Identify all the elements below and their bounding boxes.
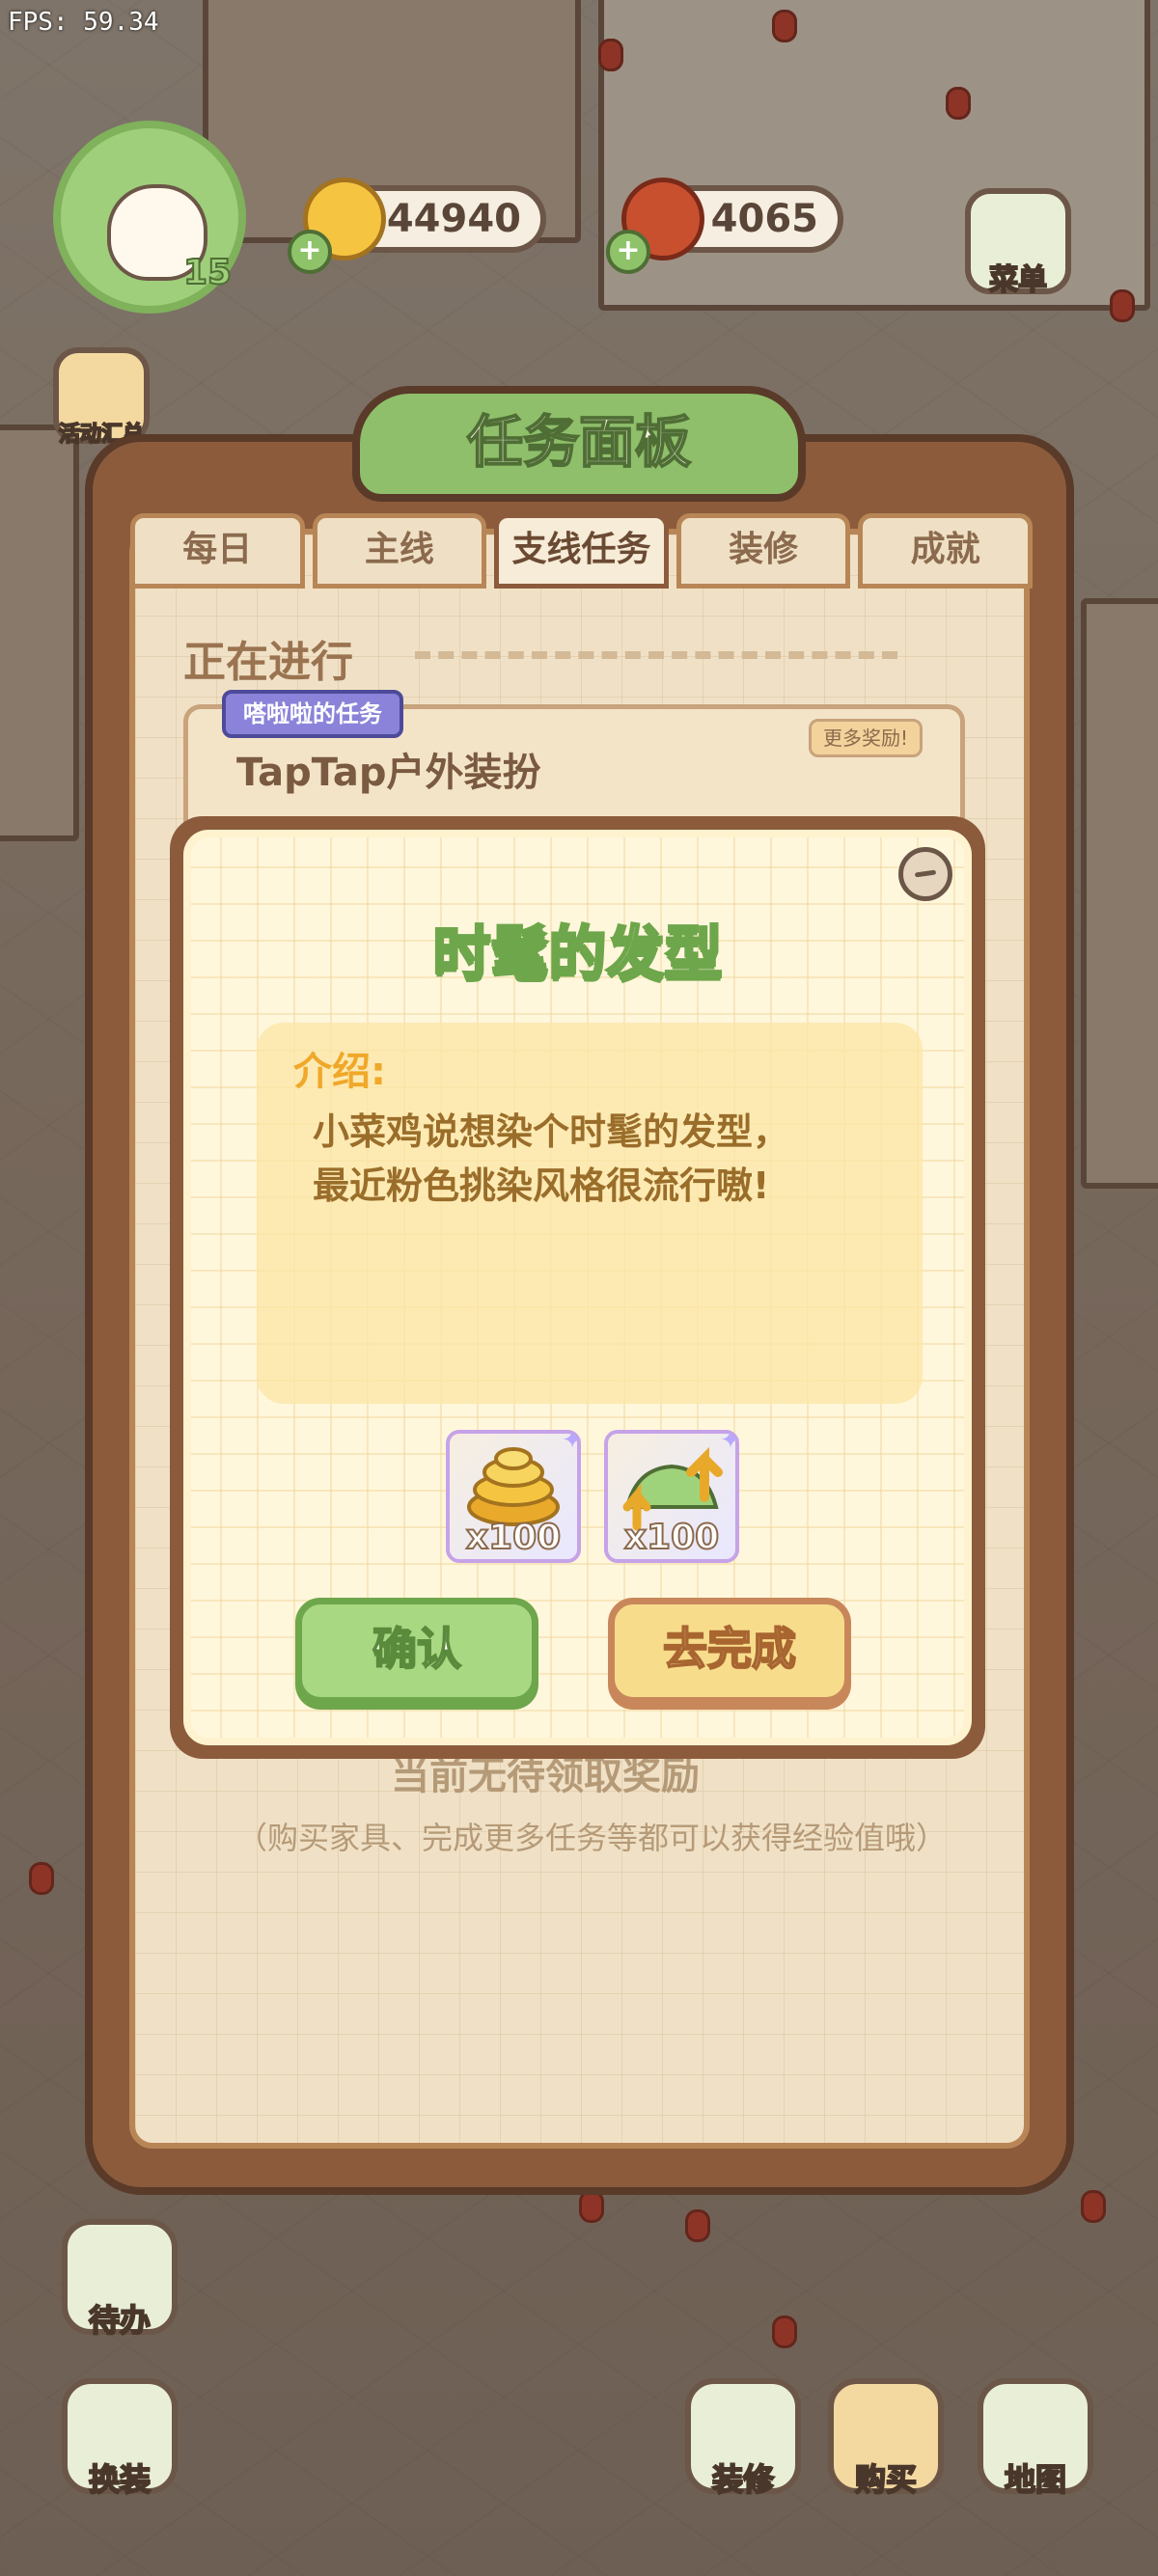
intro-box: 介绍: 小菜鸡说想染个时髦的发型， 最近粉色挑染风格很流行嗷! <box>257 1023 923 1404</box>
close-icon[interactable] <box>898 847 952 901</box>
todo-button[interactable]: 待办 <box>62 2219 178 2340</box>
coins-value: 44940 <box>386 197 521 241</box>
reward-qty: x100 <box>623 1517 720 1558</box>
decorate-label: 装修 <box>711 2460 775 2499</box>
task-detail-dialog: 时髦的发型 介绍: 小菜鸡说想染个时髦的发型， 最近粉色挑染风格很流行嗷! ✦ … <box>170 816 985 1759</box>
confirm-button[interactable]: 确认 <box>295 1598 538 1704</box>
intro-label: 介绍: <box>293 1050 386 1094</box>
todo-label: 待办 <box>88 2301 152 2340</box>
add-coins-button[interactable]: + <box>288 230 332 274</box>
sparkle-icon: ✦ <box>562 1426 583 1455</box>
reward-qty: x100 <box>465 1517 562 1558</box>
buy-label: 购买 <box>854 2460 918 2499</box>
map-label: 地图 <box>1004 2460 1067 2499</box>
sparkle-icon: ✦ <box>720 1426 741 1455</box>
dress-up-button[interactable]: 换装 <box>62 2378 178 2499</box>
reward-exp[interactable]: ✦ x100 <box>604 1426 741 1563</box>
exp-hint: （购买家具、完成更多任务等都可以获得经验值哦） <box>236 1820 948 1856</box>
section-in-progress: 正在进行 <box>183 638 353 687</box>
fps-counter: FPS: 59.34 <box>8 8 159 37</box>
tab-achievements[interactable]: 成就 <box>858 513 1033 589</box>
add-meat-button[interactable]: + <box>606 230 650 274</box>
more-reward-badge: 更多奖励! <box>809 719 924 757</box>
dialog-body: 时髦的发型 介绍: 小菜鸡说想染个时髦的发型， 最近粉色挑染风格很流行嗷! ✦ … <box>183 830 972 1745</box>
menu-button[interactable]: 菜单 <box>965 188 1071 298</box>
decorate-button[interactable]: 装修 <box>685 2378 801 2499</box>
tab-daily[interactable]: 每日 <box>130 513 305 589</box>
tab-main[interactable]: 主线 <box>312 513 487 589</box>
section-divider <box>415 651 897 659</box>
player-level: 15 <box>182 252 233 293</box>
task-tabs: 每日 主线 支线任务 装修 成就 <box>130 513 1033 589</box>
meat-counter[interactable]: + 4065 <box>606 178 843 274</box>
dialog-title: 时髦的发型 <box>431 919 724 990</box>
reward-gold-coins[interactable]: ✦ x100 <box>446 1426 583 1563</box>
events-button[interactable]: 活动汇总 <box>53 347 150 448</box>
meat-value: 4065 <box>710 197 818 241</box>
task-tag: 嗒啦啦的任务 <box>222 690 403 738</box>
task-name: TapTap户外装扮 <box>236 751 541 795</box>
go-complete-button[interactable]: 去完成 <box>608 1598 851 1704</box>
tab-side-quests[interactable]: 支线任务 <box>494 513 669 589</box>
task-board-title: 任务面板 <box>352 386 806 502</box>
dress-up-label: 换装 <box>88 2460 152 2499</box>
tab-decorate[interactable]: 装修 <box>676 513 851 589</box>
intro-text: 小菜鸡说想染个时髦的发型， 最近粉色挑染风格很流行嗷! <box>313 1110 790 1207</box>
coins-counter[interactable]: + 44940 <box>288 178 546 274</box>
buy-button[interactable]: 购买 <box>828 2378 944 2499</box>
menu-label: 菜单 <box>988 262 1048 298</box>
map-button[interactable]: 地图 <box>978 2378 1093 2499</box>
